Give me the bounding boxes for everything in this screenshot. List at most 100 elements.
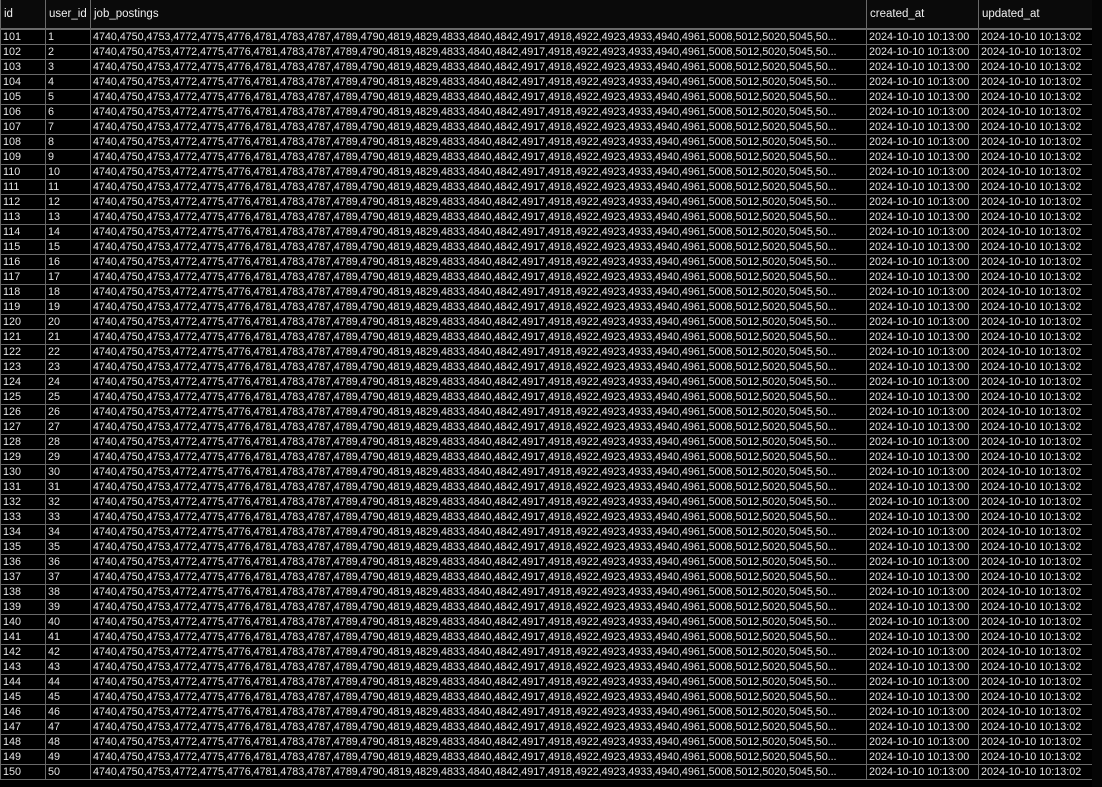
table-row[interactable]: 143 43 4740,4750,4753,4772,4775,4776,4781,… [0, 659, 1093, 675]
cell-user-id[interactable]: 25 [45, 389, 91, 405]
cell-user-id[interactable]: 22 [45, 344, 91, 360]
cell-user-id[interactable]: 33 [45, 509, 91, 525]
cell-job-postings[interactable]: 4740,4750,4753,4772,4775,4776,4781,4783,… [90, 329, 867, 345]
cell-updated-at[interactable]: 2024-10-10 10:13:02 [978, 194, 1093, 210]
table-row[interactable]: 110 10 4740,4750,4753,4772,4775,4776,4781,… [0, 164, 1093, 180]
cell-updated-at[interactable]: 2024-10-10 10:13:02 [978, 764, 1093, 780]
table-row[interactable]: 106 6 4740,4750,4753,4772,4775,4776,4781,4… [0, 104, 1093, 120]
cell-id[interactable]: 149 [0, 749, 46, 765]
cell-updated-at[interactable]: 2024-10-10 10:13:02 [978, 119, 1093, 135]
cell-id[interactable]: 116 [0, 254, 46, 270]
cell-updated-at[interactable]: 2024-10-10 10:13:02 [978, 44, 1093, 60]
cell-created-at[interactable]: 2024-10-10 10:13:00 [866, 419, 979, 435]
table-row[interactable]: 105 5 4740,4750,4753,4772,4775,4776,4781,4… [0, 89, 1093, 105]
cell-user-id[interactable]: 41 [45, 629, 91, 645]
cell-job-postings[interactable]: 4740,4750,4753,4772,4775,4776,4781,4783,… [90, 164, 867, 180]
cell-user-id[interactable]: 36 [45, 554, 91, 570]
vertical-scrollbar[interactable] [1092, 0, 1102, 787]
table-row[interactable]: 150 50 4740,4750,4753,4772,4775,4776,4781,… [0, 764, 1093, 780]
table-row[interactable]: 149 49 4740,4750,4753,4772,4775,4776,4781,… [0, 749, 1093, 765]
cell-updated-at[interactable]: 2024-10-10 10:13:02 [978, 734, 1093, 750]
cell-id[interactable]: 141 [0, 629, 46, 645]
cell-user-id[interactable]: 30 [45, 464, 91, 480]
cell-created-at[interactable]: 2024-10-10 10:13:00 [866, 224, 979, 240]
table-row[interactable]: 123 23 4740,4750,4753,4772,4775,4776,4781,… [0, 359, 1093, 375]
cell-user-id[interactable]: 48 [45, 734, 91, 750]
cell-created-at[interactable]: 2024-10-10 10:13:00 [866, 359, 979, 375]
cell-updated-at[interactable]: 2024-10-10 10:13:02 [978, 89, 1093, 105]
table-row[interactable]: 115 15 4740,4750,4753,4772,4775,4776,4781,… [0, 239, 1093, 255]
cell-id[interactable]: 142 [0, 644, 46, 660]
cell-id[interactable]: 136 [0, 554, 46, 570]
cell-job-postings[interactable]: 4740,4750,4753,4772,4775,4776,4781,4783,… [90, 689, 867, 705]
cell-updated-at[interactable]: 2024-10-10 10:13:02 [978, 629, 1093, 645]
cell-user-id[interactable]: 15 [45, 239, 91, 255]
cell-updated-at[interactable]: 2024-10-10 10:13:02 [978, 29, 1093, 45]
cell-id[interactable]: 133 [0, 509, 46, 525]
cell-job-postings[interactable]: 4740,4750,4753,4772,4775,4776,4781,4783,… [90, 254, 867, 270]
cell-updated-at[interactable]: 2024-10-10 10:13:02 [978, 59, 1093, 75]
cell-job-postings[interactable]: 4740,4750,4753,4772,4775,4776,4781,4783,… [90, 314, 867, 330]
cell-user-id[interactable]: 5 [45, 89, 91, 105]
cell-created-at[interactable]: 2024-10-10 10:13:00 [866, 209, 979, 225]
cell-id[interactable]: 146 [0, 704, 46, 720]
cell-user-id[interactable]: 31 [45, 479, 91, 495]
cell-id[interactable]: 110 [0, 164, 46, 180]
cell-updated-at[interactable]: 2024-10-10 10:13:02 [978, 164, 1093, 180]
cell-id[interactable]: 111 [0, 179, 46, 195]
cell-created-at[interactable]: 2024-10-10 10:13:00 [866, 119, 979, 135]
cell-created-at[interactable]: 2024-10-10 10:13:00 [866, 599, 979, 615]
cell-job-postings[interactable]: 4740,4750,4753,4772,4775,4776,4781,4783,… [90, 89, 867, 105]
cell-created-at[interactable]: 2024-10-10 10:13:00 [866, 179, 979, 195]
table-row[interactable]: 127 27 4740,4750,4753,4772,4775,4776,4781,… [0, 419, 1093, 435]
cell-job-postings[interactable]: 4740,4750,4753,4772,4775,4776,4781,4783,… [90, 764, 867, 780]
column-header-job-postings[interactable]: job_postings [90, 0, 867, 30]
cell-job-postings[interactable]: 4740,4750,4753,4772,4775,4776,4781,4783,… [90, 419, 867, 435]
cell-user-id[interactable]: 13 [45, 209, 91, 225]
cell-user-id[interactable]: 28 [45, 434, 91, 450]
cell-updated-at[interactable]: 2024-10-10 10:13:02 [978, 674, 1093, 690]
cell-created-at[interactable]: 2024-10-10 10:13:00 [866, 539, 979, 555]
table-row[interactable]: 147 47 4740,4750,4753,4772,4775,4776,4781,… [0, 719, 1093, 735]
table-row[interactable]: 137 37 4740,4750,4753,4772,4775,4776,4781,… [0, 569, 1093, 585]
cell-user-id[interactable]: 26 [45, 404, 91, 420]
cell-created-at[interactable]: 2024-10-10 10:13:00 [866, 239, 979, 255]
table-row[interactable]: 134 34 4740,4750,4753,4772,4775,4776,4781,… [0, 524, 1093, 540]
cell-created-at[interactable]: 2024-10-10 10:13:00 [866, 269, 979, 285]
column-header-created-at[interactable]: created_at [866, 0, 979, 30]
cell-updated-at[interactable]: 2024-10-10 10:13:02 [978, 539, 1093, 555]
table-row[interactable]: 103 3 4740,4750,4753,4772,4775,4776,4781,4… [0, 59, 1093, 75]
cell-id[interactable]: 130 [0, 464, 46, 480]
cell-updated-at[interactable]: 2024-10-10 10:13:02 [978, 329, 1093, 345]
cell-job-postings[interactable]: 4740,4750,4753,4772,4775,4776,4781,4783,… [90, 239, 867, 255]
cell-job-postings[interactable]: 4740,4750,4753,4772,4775,4776,4781,4783,… [90, 374, 867, 390]
cell-created-at[interactable]: 2024-10-10 10:13:00 [866, 464, 979, 480]
cell-id[interactable]: 112 [0, 194, 46, 210]
cell-id[interactable]: 132 [0, 494, 46, 510]
table-row[interactable]: 142 42 4740,4750,4753,4772,4775,4776,4781,… [0, 644, 1093, 660]
cell-created-at[interactable]: 2024-10-10 10:13:00 [866, 644, 979, 660]
table-row[interactable]: 112 12 4740,4750,4753,4772,4775,4776,4781,… [0, 194, 1093, 210]
cell-user-id[interactable]: 7 [45, 119, 91, 135]
cell-created-at[interactable]: 2024-10-10 10:13:00 [866, 404, 979, 420]
cell-job-postings[interactable]: 4740,4750,4753,4772,4775,4776,4781,4783,… [90, 389, 867, 405]
table-row[interactable]: 131 31 4740,4750,4753,4772,4775,4776,4781,… [0, 479, 1093, 495]
cell-job-postings[interactable]: 4740,4750,4753,4772,4775,4776,4781,4783,… [90, 449, 867, 465]
cell-user-id[interactable]: 20 [45, 314, 91, 330]
cell-id[interactable]: 114 [0, 224, 46, 240]
table-row[interactable]: 144 44 4740,4750,4753,4772,4775,4776,4781,… [0, 674, 1093, 690]
cell-id[interactable]: 120 [0, 314, 46, 330]
cell-updated-at[interactable]: 2024-10-10 10:13:02 [978, 74, 1093, 90]
cell-created-at[interactable]: 2024-10-10 10:13:00 [866, 329, 979, 345]
table-row[interactable]: 135 35 4740,4750,4753,4772,4775,4776,4781,… [0, 539, 1093, 555]
cell-job-postings[interactable]: 4740,4750,4753,4772,4775,4776,4781,4783,… [90, 149, 867, 165]
cell-updated-at[interactable]: 2024-10-10 10:13:02 [978, 299, 1093, 315]
cell-updated-at[interactable]: 2024-10-10 10:13:02 [978, 599, 1093, 615]
cell-user-id[interactable]: 39 [45, 599, 91, 615]
cell-user-id[interactable]: 9 [45, 149, 91, 165]
table-row[interactable]: 118 18 4740,4750,4753,4772,4775,4776,4781,… [0, 284, 1093, 300]
cell-id[interactable]: 129 [0, 449, 46, 465]
cell-created-at[interactable]: 2024-10-10 10:13:00 [866, 164, 979, 180]
table-row[interactable]: 111 11 4740,4750,4753,4772,4775,4776,4781,… [0, 179, 1093, 195]
cell-id[interactable]: 117 [0, 269, 46, 285]
